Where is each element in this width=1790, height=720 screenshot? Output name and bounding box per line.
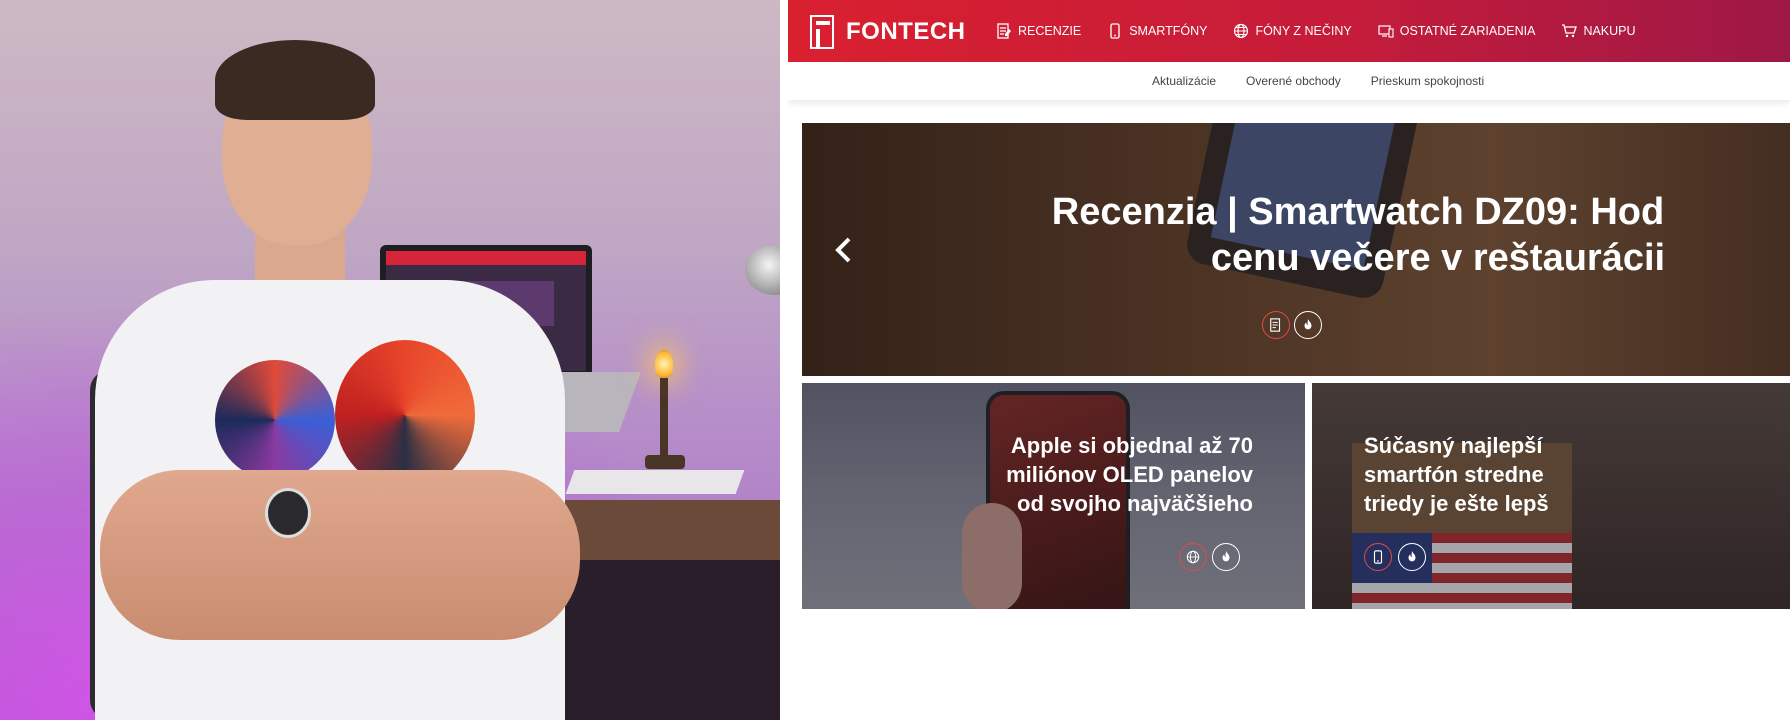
- nav-item-ostatne-zariadenia[interactable]: OSTATNÉ ZARIADENIA: [1378, 23, 1536, 39]
- nav-label: RECENZIE: [1018, 24, 1082, 38]
- hero-slider[interactable]: Recenzia | Smartwatch DZ09: Hod cenu več…: [802, 123, 1790, 376]
- review-icon[interactable]: [1262, 311, 1290, 339]
- nav-label: SMARTFÓNY: [1129, 24, 1208, 38]
- cart-icon: [1561, 23, 1578, 39]
- logo-text: FONTECH: [846, 18, 966, 45]
- nav-item-fony-z-neciny[interactable]: FÓNY Z NEČINY: [1233, 23, 1352, 39]
- edison-bulb: [655, 350, 673, 378]
- globe-icon[interactable]: [1179, 543, 1207, 571]
- lamp-stand: [660, 378, 668, 458]
- title-line: triedy je ešte lepš: [1364, 491, 1549, 516]
- article-tile-apple[interactable]: Apple si objednal až 70 miliónov OLED pa…: [802, 383, 1305, 609]
- article-tile-smartphone[interactable]: Súčasný najlepší smartfón stredne triedy…: [1312, 383, 1790, 609]
- fire-icon[interactable]: [1398, 543, 1426, 571]
- nav-label: OSTATNÉ ZARIADENIA: [1399, 24, 1536, 38]
- fire-icon[interactable]: [1294, 311, 1322, 339]
- title-line: Apple si objednal až 70: [1010, 433, 1253, 458]
- hair: [215, 40, 375, 120]
- hero-title-line1: Recenzia | Smartwatch DZ09: Hod: [1051, 191, 1665, 233]
- fontech-website: FONTECH RECENZIE SMARTFÓNY FÓNY Z NEČINY: [788, 0, 1790, 720]
- logo-mark-icon: [810, 15, 834, 49]
- article-title: Apple si objednal až 70 miliónov OLED pa…: [933, 431, 1253, 518]
- crossed-arms: [100, 470, 580, 640]
- subnav-link-overene-obchody[interactable]: Overené obchody: [1246, 74, 1341, 88]
- lamp-base: [645, 455, 685, 469]
- nav-item-nakupu[interactable]: NAKUPU: [1561, 23, 1636, 39]
- slider-prev-arrow-icon[interactable]: [830, 235, 860, 265]
- devices-icon: [1378, 23, 1394, 39]
- nav-label: NAKUPU: [1583, 24, 1636, 38]
- title-line: smartfón stredne: [1364, 462, 1544, 487]
- sub-nav: Aktualizácie Overené obchody Prieskum sp…: [788, 62, 1790, 100]
- wristwatch: [265, 488, 311, 538]
- article-title: Súčasný najlepší smartfón stredne triedy…: [1364, 431, 1790, 518]
- title-line: od svojho najväčšieho: [1017, 491, 1253, 516]
- hero-title[interactable]: Recenzia | Smartwatch DZ09: Hod cenu več…: [908, 189, 1790, 281]
- subnav-link-aktualizacie[interactable]: Aktualizácie: [1152, 74, 1216, 88]
- title-line: miliónov OLED panelov: [1006, 462, 1253, 487]
- keyboard: [565, 470, 745, 494]
- nav-item-smartfony[interactable]: SMARTFÓNY: [1107, 23, 1207, 39]
- site-logo[interactable]: FONTECH: [810, 15, 966, 49]
- nav-label: FÓNY Z NEČINY: [1255, 24, 1352, 38]
- person-photo: [0, 0, 780, 720]
- nav-item-recenzie[interactable]: RECENZIE: [996, 23, 1081, 39]
- globe-icon: [1233, 23, 1249, 39]
- desk-lamp: [745, 245, 780, 295]
- fire-icon[interactable]: [1212, 543, 1240, 571]
- subnav-link-prieskum[interactable]: Prieskum spokojnosti: [1371, 74, 1484, 88]
- review-icon: [996, 23, 1012, 39]
- title-line: Súčasný najlepší: [1364, 433, 1543, 458]
- smartphone-icon[interactable]: [1364, 543, 1392, 571]
- hero-title-line2: cenu večere v reštaurácii: [1210, 237, 1666, 279]
- smartphone-icon: [1107, 23, 1123, 39]
- main-nav: RECENZIE SMARTFÓNY FÓNY Z NEČINY OSTATNÉ…: [996, 0, 1662, 62]
- top-navbar: FONTECH RECENZIE SMARTFÓNY FÓNY Z NEČINY: [788, 0, 1790, 62]
